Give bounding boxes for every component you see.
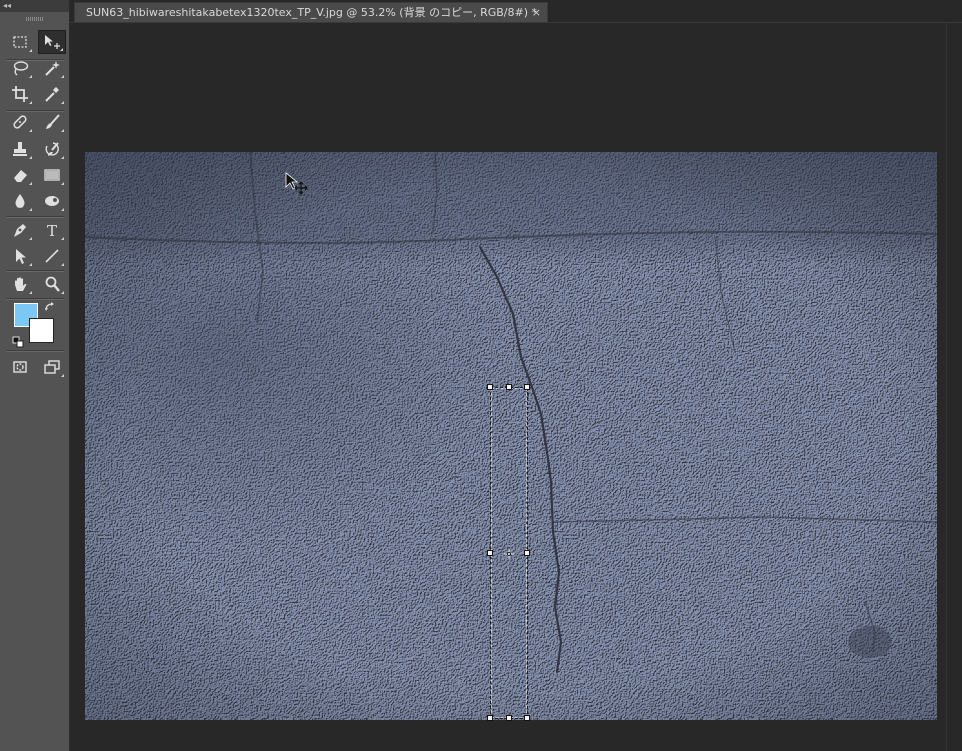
spot-healing-brush-tool-icon [13,115,27,129]
transform-handle[interactable] [487,715,493,721]
quick-mask-icon [13,361,27,373]
default-colors-icon[interactable] [12,333,24,348]
type-tool-button[interactable]: T [38,218,66,242]
line-tool-icon [45,249,59,263]
transform-center-icon[interactable] [504,549,514,559]
quick-mask-mode-button[interactable] [6,355,34,379]
crop-tool-icon [12,86,28,102]
transform-handle[interactable] [487,384,493,390]
svg-text:T: T [47,222,57,239]
transform-handle[interactable] [524,550,530,556]
spot-healing-brush-tool-button[interactable] [6,110,34,134]
path-selection-tool-button[interactable] [6,244,34,268]
tool-separator [6,110,64,111]
history-brush-tool-icon [45,142,59,156]
zoom-tool-icon [45,276,60,292]
marquee-selection[interactable] [487,384,530,721]
tool-separator [6,59,64,60]
brush-tool-button[interactable] [38,110,66,134]
panel-grip[interactable] [26,17,44,21]
transform-handle[interactable] [524,384,530,390]
move-cursor-icon [285,172,308,195]
pen-tool-button[interactable] [6,218,34,242]
eraser-tool-button[interactable] [6,163,34,187]
gradient-tool-icon [44,169,60,181]
transform-handle[interactable] [506,384,512,390]
close-tab-icon[interactable]: × [532,3,541,22]
eyedropper-tool-button[interactable] [38,82,66,106]
hand-tool-button[interactable] [6,272,34,296]
path-selection-tool-icon [16,249,26,264]
lasso-tool-icon [13,61,29,76]
dodge-tool-icon [45,196,59,206]
blur-tool-icon [15,194,25,208]
tool-separator [6,350,64,351]
tool-separator [6,270,64,271]
document-tab-title: SUN63_hibiwareshitakabetex1320tex_TP_V.j… [86,6,537,19]
crop-tool-button[interactable] [6,82,34,106]
eraser-tool-icon [14,170,27,182]
tools-panel-header[interactable]: ◂◂ [0,0,69,12]
gradient-tool-button[interactable] [38,163,66,187]
history-brush-tool-button[interactable] [38,137,66,161]
eyedropper-tool-icon [45,87,59,102]
move-tool-icon [45,35,60,49]
workspace-edge [946,23,947,751]
swap-colors-icon[interactable] [44,301,56,313]
move-tool-button[interactable] [38,30,66,54]
dodge-tool-button[interactable] [38,189,66,213]
zoom-tool-button[interactable] [38,272,66,296]
rectangular-marquee-tool-icon [13,36,27,48]
clone-stamp-tool-button[interactable] [6,137,34,161]
transform-handle[interactable] [524,715,530,721]
tool-separator [6,216,64,217]
blur-tool-button[interactable] [6,189,34,213]
tools-panel: ◂◂ T [0,0,70,751]
transform-handle[interactable] [487,550,493,556]
screen-mode-icon [44,360,60,374]
tool-separator [6,298,64,299]
pen-tool-icon [14,224,26,237]
collapse-panel-button[interactable]: ◂◂ [3,1,11,10]
screen-mode-button[interactable] [38,355,66,379]
rectangular-marquee-tool-button[interactable] [6,30,34,54]
brush-tool-icon [46,114,60,129]
hand-tool-icon [15,277,27,291]
line-tool-button[interactable] [38,244,66,268]
type-tool-icon: T [47,222,57,239]
transform-handle[interactable] [506,715,512,721]
document-tab[interactable]: SUN63_hibiwareshitakabetex1320tex_TP_V.j… [74,2,548,22]
magic-wand-tool-icon [45,61,60,76]
background-color-swatch[interactable] [29,318,54,343]
clone-stamp-tool-icon [13,142,27,156]
